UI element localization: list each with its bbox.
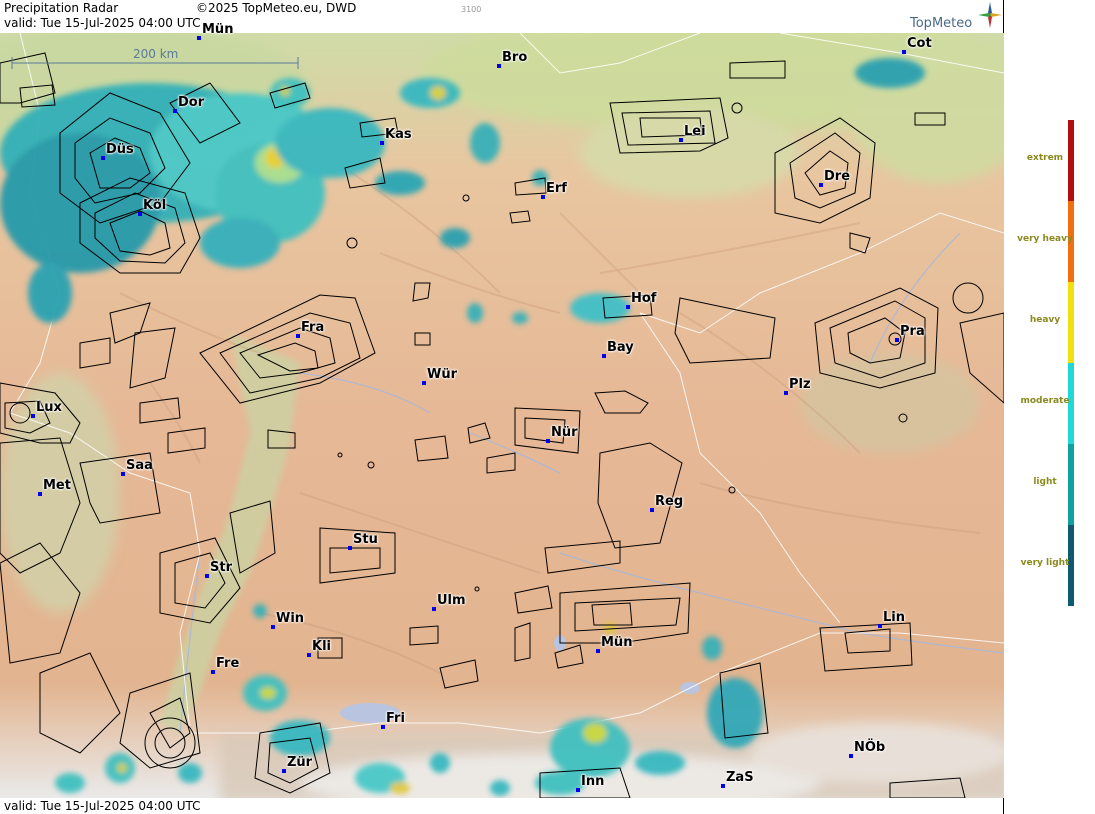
city-marker-dot: [650, 508, 654, 512]
city-label: Bay: [607, 340, 634, 355]
legend-label: extrem: [1026, 153, 1064, 163]
valid-time-bottom: valid: Tue 15-Jul-2025 04:00 UTC: [4, 799, 201, 813]
product-title: Precipitation Radar: [4, 1, 119, 15]
city-label: Mün: [202, 22, 234, 37]
city-marker-dot: [138, 212, 142, 216]
city-marker-dot: [282, 769, 286, 773]
map-frame: Precipitation Radar ©2025 TopMeteo.eu, D…: [0, 0, 1004, 814]
city-label: Cot: [907, 36, 932, 51]
city-marker-dot: [432, 607, 436, 611]
city-label: Fri: [386, 711, 405, 726]
city-marker-dot: [296, 334, 300, 338]
city-marker-dot: [602, 354, 606, 358]
city-marker-dot: [626, 305, 630, 309]
city-label: Lux: [36, 400, 62, 415]
city-label: Dre: [824, 169, 851, 184]
city-label: Reg: [655, 494, 684, 509]
city-marker-dot: [878, 624, 882, 628]
city-label: Kli: [312, 639, 331, 654]
legend-label: light: [1033, 477, 1057, 487]
city-label: Nür: [551, 425, 578, 440]
city-marker-dot: [849, 754, 853, 758]
city-marker-dot: [546, 439, 550, 443]
topmeteo-logo-text: TopMeteo: [910, 16, 973, 31]
city-label: Saa: [126, 458, 153, 473]
precipitation-legend: extrem very heavy heavy moderate light very l…: [1005, 0, 1095, 814]
city-marker-dot: [541, 195, 545, 199]
city-label: Lei: [684, 124, 706, 139]
city-label: Zür: [287, 755, 313, 770]
city-label: ZaS: [726, 770, 754, 785]
city-label: Inn: [581, 774, 605, 789]
city-marker-dot: [819, 183, 823, 187]
city-marker-dot: [307, 653, 311, 657]
city-label: Fre: [216, 656, 240, 671]
map-canvas: [0, 33, 1004, 798]
city-label: Hof: [631, 291, 657, 306]
product-code: 3100: [461, 5, 482, 14]
copyright-text: ©2025 TopMeteo.eu, DWD: [196, 1, 357, 15]
city-label: Köl: [143, 198, 167, 213]
city-label: Ulm: [437, 593, 466, 608]
legend-label: moderate: [1020, 396, 1070, 406]
city-marker-dot: [895, 338, 899, 342]
valid-time-top: valid: Tue 15-Jul-2025 04:00 UTC: [4, 16, 201, 30]
city-marker-dot: [205, 574, 209, 578]
city-marker-dot: [271, 625, 275, 629]
city-label: Plz: [789, 377, 811, 392]
city-marker-dot: [381, 725, 385, 729]
city-label: Fra: [301, 320, 325, 335]
city-label: Win: [276, 611, 305, 626]
city-marker-dot: [121, 472, 125, 476]
city-label: Mün: [601, 635, 633, 650]
city-marker-dot: [31, 414, 35, 418]
city-marker-dot: [38, 492, 42, 496]
city-marker-dot: [101, 156, 105, 160]
city-label: Wür: [427, 367, 458, 382]
city-label: Lin: [883, 610, 905, 625]
city-marker-dot: [197, 36, 201, 40]
city-label: Erf: [546, 181, 567, 196]
city-label: Dor: [178, 95, 205, 110]
city-marker-dot: [596, 649, 600, 653]
city-marker-dot: [211, 670, 215, 674]
legend-label: very heavy: [1017, 234, 1073, 244]
city-label: Str: [210, 560, 232, 575]
city-label: Kas: [385, 127, 412, 142]
city-marker-dot: [679, 138, 683, 142]
city-label: Pra: [900, 324, 925, 339]
legend-label: heavy: [1029, 315, 1061, 325]
city-label: Bro: [502, 50, 528, 65]
city-marker-dot: [576, 788, 580, 792]
city-label: Met: [43, 478, 71, 493]
city-marker-dot: [173, 109, 177, 113]
city-marker-dot: [721, 784, 725, 788]
city-label: Stu: [353, 532, 378, 547]
city-marker-dot: [784, 391, 788, 395]
city-marker-dot: [422, 381, 426, 385]
city-label: Düs: [106, 142, 134, 157]
city-marker-dot: [497, 64, 501, 68]
legend-label: very light: [1020, 558, 1070, 568]
city-marker-dot: [380, 141, 384, 145]
radar-map[interactable]: [0, 33, 1004, 798]
city-label: NÖb: [854, 740, 886, 755]
compass-logo-icon: [978, 2, 1002, 28]
scale-bar-label: 200 km: [133, 47, 179, 61]
city-marker-dot: [902, 50, 906, 54]
city-marker-dot: [348, 546, 352, 550]
